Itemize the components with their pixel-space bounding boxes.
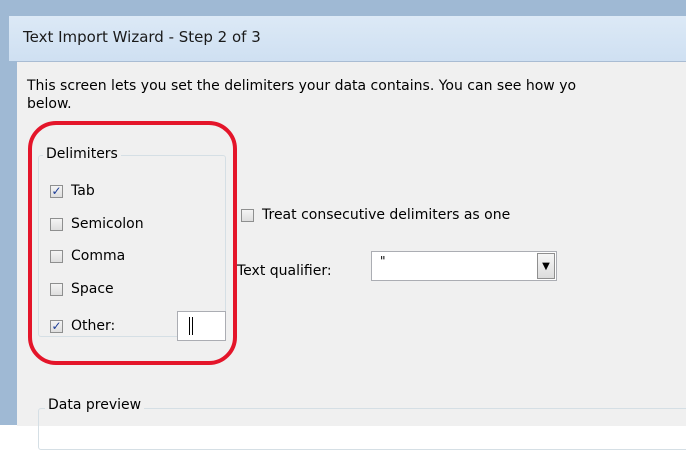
semicolon-label: Semicolon	[71, 216, 144, 232]
data-preview-label: Data preview	[45, 397, 145, 413]
text-qualifier-select[interactable]: " ▼	[371, 251, 557, 281]
window-frame: Text Import Wizard - Step 2 of 3 This sc…	[0, 0, 686, 450]
other-checkbox-row[interactable]: ✓ Other:	[50, 315, 115, 337]
other-checkbox[interactable]: ✓	[50, 319, 63, 333]
dialog-client-area: This screen lets you set the delimiters …	[17, 61, 686, 450]
treat-consecutive-checkbox[interactable]	[241, 208, 254, 222]
treat-consecutive-row[interactable]: Treat consecutive delimiters as one	[241, 207, 510, 223]
tab-checkbox-row[interactable]: ✓ Tab	[50, 180, 95, 202]
tab-checkbox[interactable]: ✓	[50, 184, 63, 198]
description-line-1: This screen lets you set the delimiters …	[27, 78, 577, 94]
delimiters-group-label: Delimiters	[43, 146, 121, 162]
data-preview-group: Data preview	[38, 397, 686, 450]
space-checkbox[interactable]	[50, 282, 63, 296]
text-qualifier-label: Text qualifier:	[237, 263, 332, 279]
comma-label: Comma	[71, 248, 126, 264]
semicolon-checkbox[interactable]	[50, 217, 63, 231]
dropdown-arrow-icon[interactable]: ▼	[537, 253, 555, 279]
title-bar: Text Import Wizard - Step 2 of 3	[9, 16, 686, 61]
text-qualifier-value: "	[380, 254, 386, 268]
comma-checkbox[interactable]	[50, 249, 63, 263]
description-text: This screen lets you set the delimiters …	[27, 77, 686, 113]
semicolon-checkbox-row[interactable]: Semicolon	[50, 213, 144, 235]
treat-consecutive-label: Treat consecutive delimiters as one	[262, 207, 511, 223]
space-checkbox-row[interactable]: Space	[50, 278, 114, 300]
window-title: Text Import Wizard - Step 2 of 3	[23, 28, 261, 46]
description-line-2: below.	[27, 96, 72, 112]
text-cursor	[189, 317, 190, 335]
delimiters-group: Delimiters ✓ Tab Semicolon Comma Space ✓…	[38, 146, 226, 341]
tab-label: Tab	[71, 183, 95, 199]
other-label: Other:	[71, 318, 116, 334]
space-label: Space	[71, 281, 114, 297]
text-cursor-secondary	[192, 317, 193, 335]
other-delimiter-input[interactable]	[177, 311, 226, 341]
comma-checkbox-row[interactable]: Comma	[50, 245, 125, 267]
